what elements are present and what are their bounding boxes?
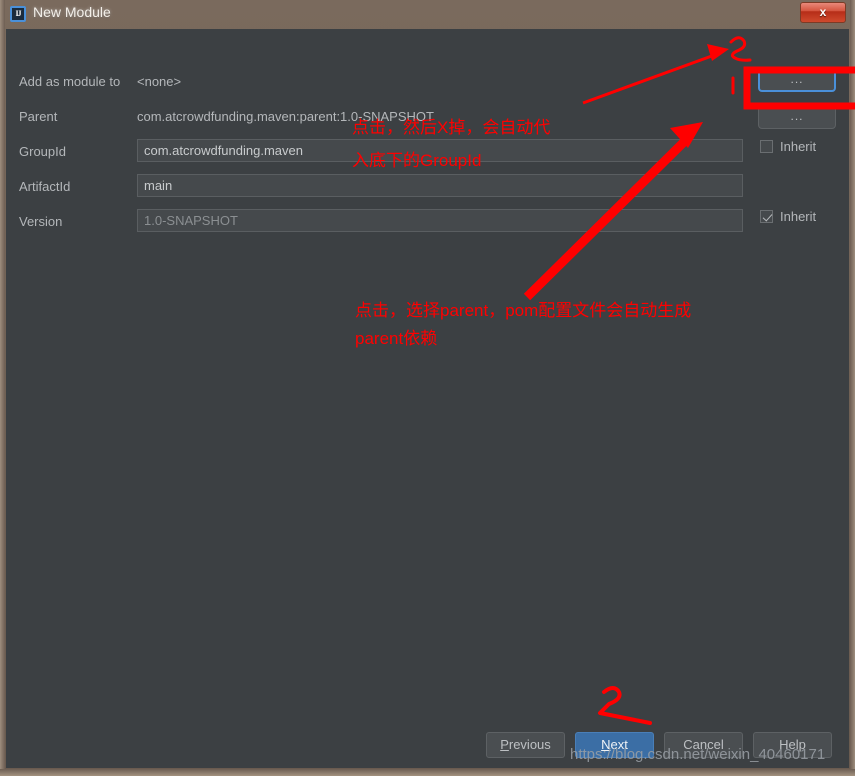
version-inherit-label: Inherit [780,209,817,224]
value-add-as-module-to: <none> [137,74,182,89]
annotation-note-parent-line2: parent依赖 [355,329,438,348]
window-title: New Module [33,4,111,20]
new-module-dialog-window: IJ New Module x Add as module to <none> … [0,0,855,776]
groupid-inherit-label: Inherit [780,139,817,154]
window-border-bottom [0,769,855,776]
intellij-idea-icon: IJ [10,6,26,22]
window-border-left [0,0,5,776]
watermark-url: https://blog.csdn.net/weixin_40460171 [570,746,826,763]
checkbox-checked-icon [760,210,773,223]
previous-button-mnemonic: P [500,737,509,752]
groupid-inherit-checkbox[interactable]: Inherit [760,139,816,154]
version-input[interactable]: 1.0-SNAPSHOT [137,209,743,232]
parent-browse-button[interactable]: ... [758,104,836,129]
annotation-note-groupid-line1: 点击，然后X掉，会自动代 [352,118,551,137]
previous-button-label: revious [508,737,551,752]
label-artifactid: ArtifactId [19,179,71,194]
annotation-note-groupid-line2: 入底下的GroupId [352,151,482,170]
checkbox-unchecked-icon [760,140,773,153]
previous-button[interactable]: Previous [486,732,565,758]
label-groupid: GroupId [19,144,66,159]
add-as-module-to-browse-button[interactable]: ... [758,67,836,92]
label-version: Version [19,214,63,229]
title-bar[interactable]: IJ New Module x [0,0,855,28]
window-border-right [850,0,855,776]
label-parent: Parent [19,109,58,124]
annotation-note-parent-line1: 点击，选择parent，pom配置文件会自动生成 [355,301,692,320]
close-icon[interactable]: x [800,2,846,23]
version-inherit-checkbox[interactable]: Inherit [760,209,816,224]
label-add-as-module-to: Add as module to [19,74,121,89]
artifactid-input[interactable]: main [137,174,743,197]
